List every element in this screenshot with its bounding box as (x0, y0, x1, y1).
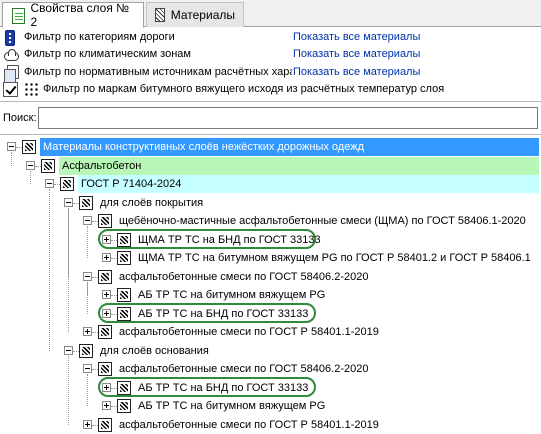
tree-node[interactable]: ЩМА ТР ТС на БНД по ГОСТ 33133 (0, 231, 541, 249)
tree-node-label: для слоёв покрытия (100, 196, 204, 209)
collapse-icon[interactable] (64, 345, 73, 355)
tab-layer-properties[interactable]: Свойства слоя № 2 (2, 1, 144, 29)
tree-node[interactable]: асфальтобетонные смеси по ГОСТ 58406.2-2… (0, 360, 541, 378)
tree-node-label: ГОСТ Р 71404-2024 (78, 175, 539, 193)
expand-icon[interactable] (102, 401, 111, 410)
collapse-icon[interactable] (26, 160, 35, 170)
tree-node-label: асфальтобетонные смеси по ГОСТ Р 58401.1… (119, 326, 379, 338)
material-icon (117, 306, 131, 321)
tree-node-label: АБ ТР ТС на БНД по ГОСТ 33133 (138, 307, 309, 320)
show-all-materials-link[interactable]: Показать все материалы (293, 66, 420, 78)
tree-connector (68, 355, 69, 425)
filter-label: Фильтр по маркам битумного вяжущего исхо… (43, 83, 445, 95)
material-icon (79, 195, 93, 210)
material-icon (22, 140, 36, 154)
tree-node-label: асфальтобетонные смеси по ГОСТ 58406.2-2… (119, 270, 369, 283)
filter-road-category: Фильтр по категориям дороги Показать все… (0, 29, 541, 47)
material-icon (117, 380, 131, 395)
tree-connector (49, 189, 50, 351)
filter-climate-zone: Фильтр по климатическим зонам Показать в… (0, 46, 541, 64)
road-icon (5, 30, 15, 46)
filter-normative-sources: Фильтр по нормативным источникам расчётн… (0, 64, 541, 83)
tree-node[interactable]: ЩМА ТР ТС на битумном вяжущем PG по ГОСТ… (0, 249, 541, 267)
tree-node-label: ЩМА ТР ТС на БНД по ГОСТ 33133 (138, 233, 321, 246)
tree-node-label: асфальтобетонные смеси по ГОСТ 58406.2-2… (119, 363, 369, 375)
material-icon (98, 214, 112, 228)
material-icon (79, 343, 93, 358)
material-icon (98, 325, 112, 339)
tree-node-label: Асфальтобетон (59, 156, 539, 175)
cloud-icon (3, 47, 19, 63)
tree-node[interactable]: для слоёв основания (0, 342, 541, 360)
tree-node[interactable]: асфальтобетонные смеси по ГОСТ Р 58401.1… (0, 323, 541, 341)
tab-bar: Свойства слоя № 2 Материалы (0, 0, 541, 29)
filter-bitumen-grades: Фильтр по маркам битумного вяжущего исхо… (0, 81, 541, 99)
expand-icon[interactable] (102, 308, 111, 318)
tree-node[interactable]: Асфальтобетон (0, 156, 541, 175)
tree-node[interactable]: асфальтобетонные смеси по ГОСТ 58406.2-2… (0, 268, 541, 286)
expand-icon[interactable] (83, 327, 92, 336)
materials-tree: Материалы конструктивных слоёв нежёстких… (0, 134, 541, 432)
tree-node-label: для слоёв основания (100, 344, 209, 357)
expand-icon[interactable] (102, 253, 111, 262)
collapse-icon[interactable] (83, 216, 92, 225)
collapse-icon[interactable] (45, 179, 54, 188)
tree-node[interactable]: щебёночно-мастичные асфальтобетонные сме… (0, 212, 541, 230)
filter-label: Фильтр по нормативным источникам расчётн… (24, 66, 292, 78)
tree-node[interactable]: АБ ТР ТС на битумном вяжущем PG (0, 286, 541, 304)
tree-node-label: ЩМА ТР ТС на битумном вяжущем PG по ГОСТ… (138, 252, 531, 264)
expand-icon[interactable] (83, 419, 92, 429)
material-icon (41, 158, 55, 173)
tab-label: Свойства слоя № 2 (30, 1, 130, 29)
tree-node-label: щебёночно-мастичные асфальтобетонные сме… (119, 215, 526, 227)
material-icon (117, 232, 131, 247)
search-label: Поиск: (3, 112, 37, 124)
material-icon (98, 269, 112, 284)
expand-icon[interactable] (102, 290, 111, 299)
collapse-icon[interactable] (7, 142, 16, 151)
tree-node[interactable]: для слоёв покрытия (0, 194, 541, 212)
tab-materials[interactable]: Материалы (146, 2, 244, 27)
materials-icon (155, 8, 165, 22)
tree-node[interactable]: Материалы конструктивных слоёв нежёстких… (0, 138, 541, 156)
show-all-materials-link[interactable]: Показать все материалы (293, 31, 420, 43)
divider (0, 101, 541, 102)
material-icon (117, 251, 131, 265)
material-icon (117, 399, 131, 413)
tree-connector (68, 207, 69, 332)
collapse-icon[interactable] (83, 364, 92, 373)
documents-icon (3, 65, 19, 83)
tree-node-label: АБ ТР ТС на БНД по ГОСТ 33133 (138, 381, 309, 394)
material-icon (60, 177, 74, 191)
tree-node-label: АБ ТР ТС на битумном вяжущем PG (138, 289, 326, 301)
tree-node[interactable]: ГОСТ Р 71404-2024 (0, 175, 541, 193)
tree-node[interactable]: АБ ТР ТС на БНД по ГОСТ 33133 (0, 379, 541, 397)
filter-label: Фильтр по категориям дороги (24, 31, 175, 43)
tab-label: Материалы (170, 8, 235, 22)
bitumen-filter-checkbox[interactable] (3, 82, 18, 97)
expand-icon[interactable] (102, 382, 111, 392)
search-input[interactable] (38, 107, 538, 129)
layer-properties-icon (11, 7, 26, 24)
tree-node-label: Материалы конструктивных слоёв нежёстких… (40, 138, 539, 156)
tree-node-label: АБ ТР ТС на битумном вяжущем PG (138, 400, 326, 412)
expand-icon[interactable] (102, 234, 111, 244)
collapse-icon[interactable] (83, 271, 92, 281)
tree-node[interactable]: АБ ТР ТС на БНД по ГОСТ 33133 (0, 305, 541, 323)
collapse-icon[interactable] (64, 197, 73, 207)
show-all-materials-link[interactable]: Показать все материалы (293, 48, 420, 60)
tree-node[interactable]: АБ ТР ТС на битумном вяжущем PG (0, 397, 541, 415)
filter-label: Фильтр по климатическим зонам (24, 48, 191, 60)
grid-dots-icon (24, 82, 38, 96)
material-icon (98, 362, 112, 376)
material-icon (117, 288, 131, 302)
